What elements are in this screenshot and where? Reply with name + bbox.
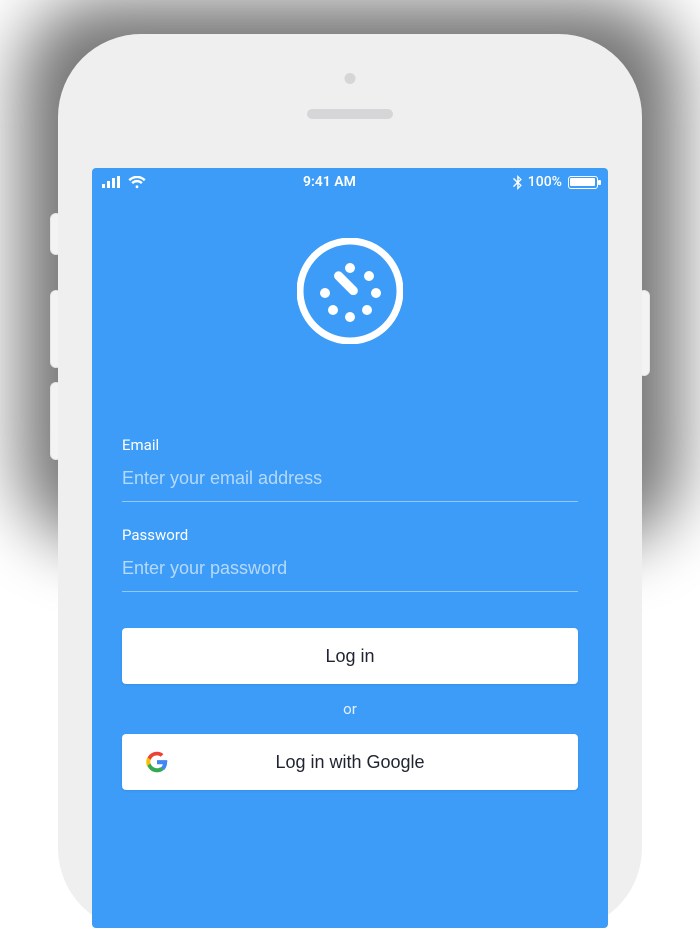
password-label: Password xyxy=(122,526,578,544)
app-screen: 9:41 AM 100% xyxy=(92,168,608,928)
login-button-label: Log in xyxy=(325,646,374,667)
status-battery-text: 100% xyxy=(528,174,562,190)
status-time: 9:41 AM xyxy=(303,174,356,190)
email-label: Email xyxy=(122,436,578,454)
phone-camera-dot xyxy=(345,73,356,84)
phone-speaker-slot xyxy=(307,109,393,119)
phone-frame: 9:41 AM 100% xyxy=(61,37,639,928)
or-divider: or xyxy=(122,700,578,718)
email-field[interactable] xyxy=(122,468,578,502)
password-field[interactable] xyxy=(122,558,578,592)
status-bar: 9:41 AM 100% xyxy=(92,168,608,196)
login-with-google-button[interactable]: Log in with Google xyxy=(122,734,578,790)
bluetooth-icon xyxy=(513,175,522,190)
google-icon xyxy=(146,751,168,773)
google-button-label: Log in with Google xyxy=(275,752,424,773)
wifi-icon xyxy=(128,176,146,189)
app-logo-icon xyxy=(297,238,403,344)
login-button[interactable]: Log in xyxy=(122,628,578,684)
battery-icon xyxy=(568,176,598,189)
signal-icon xyxy=(102,176,122,188)
login-form: Email Password Log in or xyxy=(92,436,608,790)
